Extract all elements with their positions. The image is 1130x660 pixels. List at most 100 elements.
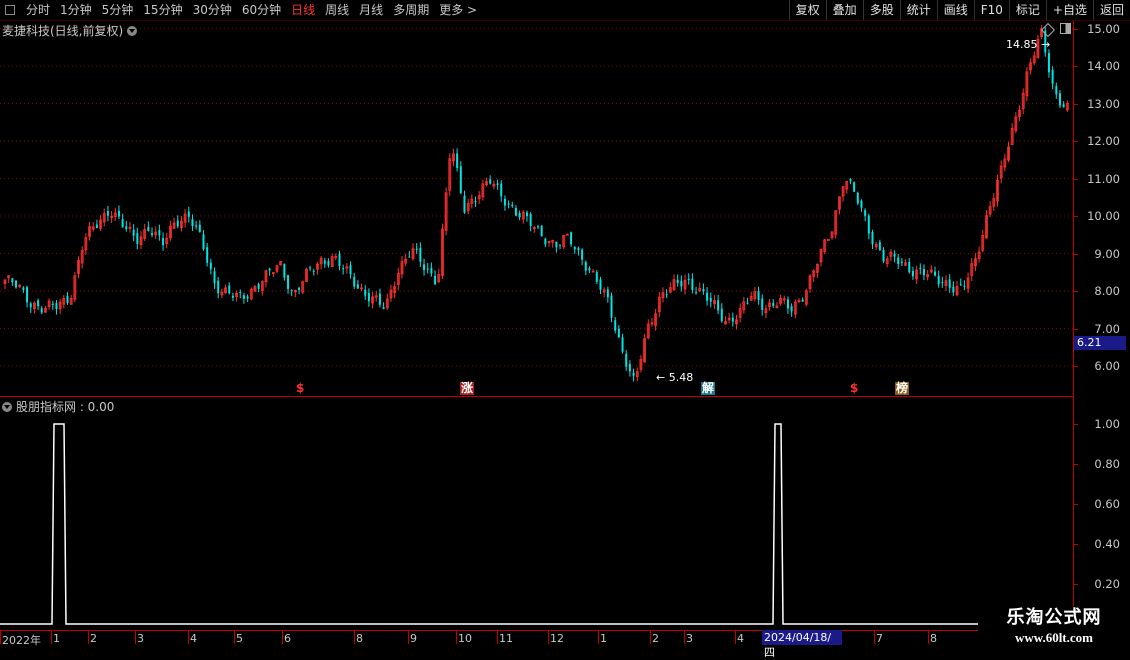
watermark: 乐淘公式网 www.60lt.com [978,606,1130,650]
toolbar-button-7[interactable]: +自选 [1045,0,1093,20]
candle-body [500,183,503,197]
event-marker-2[interactable]: 解 [701,382,716,395]
candle-body [908,262,911,273]
candle-body [426,268,429,270]
indicator-chart[interactable] [0,397,1073,627]
axis-tick [1073,141,1078,142]
indicator-dropdown-icon[interactable] [2,401,12,412]
indicator-label: 0.80 [1094,457,1120,471]
current-price-badge: 6.21 [1074,336,1126,350]
candle-body [202,234,205,250]
candle-body [268,268,271,271]
axis-tick [1073,366,1078,367]
watermark-url: www.60lt.com [1015,630,1093,645]
period-tab-6[interactable]: 日线 [286,0,320,20]
indicator-title-row: 股朋指标网 : 0.00 [2,398,114,415]
toolbar-button-3[interactable]: 统计 [899,0,937,20]
candle-body [537,226,539,228]
arrow-right-icon: → [1037,38,1051,51]
price-label: 11.00 [1087,171,1120,186]
candle-body [11,278,14,283]
candle-body [772,302,775,306]
candle-body [786,299,789,309]
period-tab-10[interactable]: 更多 > [434,0,482,20]
period-tab-5[interactable]: 60分钟 [237,0,286,20]
period-tab-9[interactable]: 多周期 [388,0,434,20]
candle-body [761,298,764,311]
event-marker-1[interactable]: 涨 [460,382,475,395]
date-label: 1 [600,632,607,645]
candle-body [610,295,613,318]
event-marker-0[interactable]: $ [296,382,304,395]
period-tab-1[interactable]: 1分钟 [55,0,97,20]
period-tab-0[interactable]: 分时 [21,0,55,20]
candle-body [415,248,418,250]
candle-body [687,278,690,280]
period-tab-2[interactable]: 5分钟 [97,0,139,20]
candle-body [937,275,940,285]
date-divider [135,630,136,644]
candle-body [525,212,528,217]
candle-body [15,280,18,288]
period-tab-7[interactable]: 周线 [320,0,354,20]
date-axis [0,630,1073,647]
candle-body [423,264,426,271]
date-label: 11 [499,632,513,645]
candle-body [595,272,598,282]
date-divider [408,630,409,644]
event-marker-4[interactable]: 榜 [895,382,910,395]
dropdown-icon[interactable] [127,25,138,36]
date-divider [548,630,549,644]
axis-tick [1073,291,1078,292]
candle-body [121,219,124,228]
period-tab-4[interactable]: 30分钟 [188,0,237,20]
indicator-title: 股朋指标网 : 0.00 [16,400,115,414]
candle-body [474,201,477,203]
candle-body [573,246,576,250]
toolbar-button-0[interactable]: 复权 [788,0,826,20]
indicator-line [0,423,1073,625]
date-divider [928,630,929,644]
event-marker-3[interactable]: $ [850,382,858,395]
date-divider [282,630,283,644]
period-tab-8[interactable]: 月线 [354,0,388,20]
period-tabs: 分时 1分钟 5分钟 15分钟 30分钟 60分钟 日线 周线 月线 多周期 更多 > [21,0,482,20]
axis-tick [1073,328,1078,330]
toolbar-button-4[interactable]: 画线 [936,0,974,20]
candle-body [680,280,683,287]
cursor-date-box: 2024/04/18/四 [762,630,842,659]
price-label: 7.00 [1094,321,1120,336]
candle-body [496,183,499,185]
toolbar-button-6[interactable]: 标记 [1008,0,1046,20]
toolbar-button-8[interactable]: 返回 [1092,0,1130,20]
candle-body [242,295,245,299]
window-icon[interactable] [5,5,15,15]
candle-body [459,166,462,194]
candle-body [257,284,260,289]
candle-body [717,300,720,311]
toolbar-button-5[interactable]: F10 [973,0,1009,20]
candle-body [408,256,411,258]
candle-body [430,268,433,274]
toolbar-button-2[interactable]: 多股 [862,0,900,20]
candle-body [676,279,679,284]
candle-body [801,299,804,302]
date-divider [684,630,685,644]
candle-body [544,238,547,245]
candle-body [434,275,437,285]
candlestick-chart[interactable] [0,21,1073,396]
candle-body [893,253,896,257]
candle-body [959,284,962,286]
candle-body [614,320,617,331]
candle-body [136,233,139,244]
panel-toggle-icon[interactable] [1060,23,1071,34]
toolbar-button-1[interactable]: 叠加 [825,0,863,20]
candle-body [665,294,668,296]
candle-body [95,224,98,229]
toolbar-buttons: 复权 叠加 多股 统计 画线 F10 标记 +自选 返回 [788,0,1130,20]
date-label: 7 [876,632,883,645]
candle-body [746,302,749,304]
candle-body [559,244,562,246]
candle-body [933,271,936,276]
period-tab-3[interactable]: 15分钟 [138,0,187,20]
